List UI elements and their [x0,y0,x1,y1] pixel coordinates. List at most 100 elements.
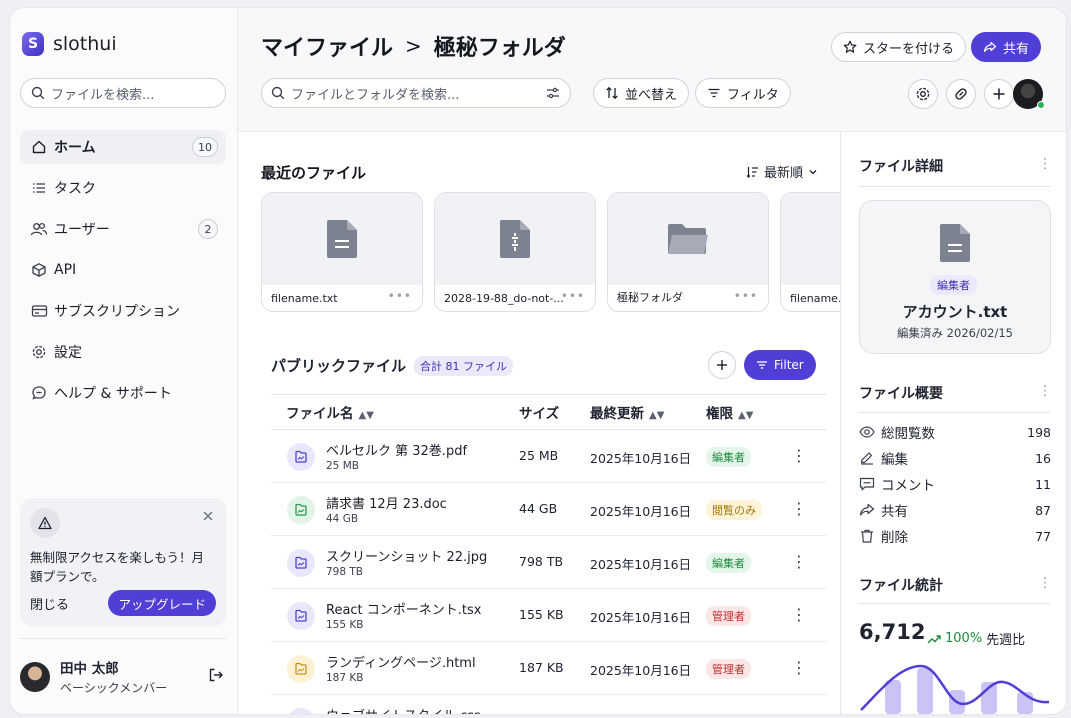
file-name[interactable]: ベルセルク 第 32巻.pdf [326,440,467,459]
more-icon[interactable]: ••• [561,289,585,303]
more-icon[interactable]: ••• [734,289,758,303]
permission-badge: 閲覧のみ [706,500,762,520]
selected-file-card[interactable]: 編集者 アカウント.txt 編集済み 2026/02/15 [859,200,1051,354]
stat-label: 削除 [881,530,908,546]
more-vertical-icon[interactable]: ⋮ [791,446,807,465]
count-badge: 2 [198,219,218,239]
file-size: 155 KB [519,607,564,622]
table-row[interactable]: ランディングページ.html 187 KB 187 KB 2025年10月16日 管理者… [271,642,826,695]
file-type-icon [287,655,315,683]
main-search-input[interactable]: ファイルとフォルダを検索... [261,78,571,108]
upgrade-button[interactable]: アップグレード [108,590,216,616]
more-vertical-icon[interactable]: ⋮ [1038,383,1052,399]
logout-icon[interactable] [208,667,224,687]
file-name[interactable]: ランディングページ.html [326,652,476,671]
stats-total: 6,712 [859,620,926,644]
filter-button[interactable]: フィルタ [695,78,791,108]
user-name: 田中 太郎 [60,661,119,677]
recent-file-card[interactable]: filename.txt ••• [261,192,423,312]
more-vertical-icon[interactable]: ⋮ [791,658,807,677]
stat-shares: 共有 87 [859,500,1051,520]
sidebar-item-label: タスク [54,181,96,197]
upgrade-promo: 無制限アクセスを楽しもう！月額プランで。 閉じる アップグレード [20,498,226,626]
breadcrumb-root[interactable]: マイファイル [261,30,393,62]
search-icon [31,86,45,100]
sliders-icon[interactable] [546,86,560,100]
sidebar-item-subscription[interactable]: サブスクリプション [20,294,226,328]
add-file-button[interactable] [708,351,736,379]
sidebar-item-api[interactable]: API [20,253,226,287]
table-row[interactable]: 請求書 12月 23.doc 44 GB 44 GB 2025年10月16日 閲覧のみ ⋮ [271,483,826,536]
column-label: 権限 [706,406,733,422]
chat-icon [30,384,48,402]
more-vertical-icon[interactable]: ⋮ [1038,575,1052,591]
table-row[interactable]: スクリーンショット 22.jpg 798 TB 798 TB 2025年10月16日編… [271,536,826,589]
recent-sort-dropdown[interactable]: 最新順 [746,162,818,181]
link-button[interactable] [946,79,976,109]
file-updated: 2025年10月16日 [590,610,692,625]
column-label: 最終更新 [590,406,644,422]
chevron-down-icon [809,169,817,174]
folder-icon [608,193,768,285]
recent-folder-card[interactable]: 極秘フォルダ ••• [607,192,769,312]
more-vertical-icon[interactable]: ⋮ [791,711,807,714]
column-header-updated[interactable]: 最終更新 ▲▼ [590,402,664,422]
recent-sort-label: 最新順 [763,166,803,181]
star-button[interactable]: スターを付ける [831,32,967,62]
sidebar-item-help[interactable]: ヘルプ & サポート [20,376,226,410]
file-size: 44 GB [519,501,558,516]
file-subsize: 798 TB [326,566,363,578]
cube-icon [30,261,48,279]
file-name[interactable]: ウェブサイトスタイル.css [326,705,481,714]
eye-icon [859,426,875,438]
more-vertical-icon[interactable]: ⋮ [791,552,807,571]
sidebar-search-input[interactable]: ファイルを検索... [20,78,226,108]
column-header-permission[interactable]: 権限 ▲▼ [706,402,753,422]
column-header-size[interactable]: サイズ [519,402,559,422]
stat-comments: コメント 11 [859,474,1051,494]
table-row[interactable]: React コンポーネント.tsx 155 KB 155 KB 2025年10月16日… [271,589,826,642]
table-row[interactable]: ウェブサイトスタイル.css ⋮ [271,695,826,714]
role-badge: 編集者 [930,275,977,295]
recent-file-card[interactable]: 2028-19-88_do-not-... ••• [434,192,596,312]
settings-button[interactable] [908,79,938,109]
star-label: スターを付ける [863,41,955,57]
more-vertical-icon[interactable]: ⋮ [791,499,807,518]
stat-edits: 編集 16 [859,448,1051,468]
divider [859,186,1051,187]
sidebar-item-settings[interactable]: 設定 [20,335,226,369]
file-name[interactable]: React コンポーネント.tsx [326,599,482,618]
stat-label: 総閲覧数 [881,426,935,442]
share-icon [859,503,875,516]
close-icon[interactable] [202,510,214,526]
recent-file-name: 2028-19-88_do-not-... [444,292,564,305]
more-vertical-icon[interactable]: ⋮ [791,605,807,624]
more-vertical-icon[interactable]: ⋮ [1038,156,1052,172]
sidebar-item-label: ヘルプ & サポート [54,386,172,402]
sidebar-item-tasks[interactable]: タスク [20,171,226,205]
header: マイファイル > 極秘フォルダ スターを付ける 共有 ファイルとフォルダを検索.… [238,8,1066,132]
public-filter-button[interactable]: Filter [744,350,816,380]
stat-value: 16 [1035,450,1051,466]
add-button[interactable] [984,79,1014,109]
sidebar-item-label: 設定 [54,345,82,361]
sort-button[interactable]: 並べ替え [593,78,690,108]
table-row[interactable]: ベルセルク 第 32巻.pdf 25 MB 25 MB 2025年10月16日 編集者 ⋮ [271,430,826,483]
brand[interactable]: S slothui [22,32,117,56]
public-files-title: パブリックファイル 合計 81 ファイル [271,355,514,376]
more-icon[interactable]: ••• [388,289,412,303]
sidebar-item-users[interactable]: ユーザー 2 [20,212,226,246]
promo-dismiss-button[interactable]: 閉じる [30,594,69,613]
share-button[interactable]: 共有 [971,32,1042,62]
sidebar-item-home[interactable]: ホーム 10 [20,130,226,164]
file-details-title: ファイル詳細 [859,159,943,175]
recent-file-card[interactable]: filename.t [780,192,840,312]
file-name[interactable]: スクリーンショット 22.jpg [326,546,487,565]
current-user[interactable]: 田中 太郎 ベーシックメンバー [20,638,226,708]
file-name[interactable]: 請求書 12月 23.doc [326,493,447,512]
gear-icon [916,87,930,101]
user-role: ベーシックメンバー [60,681,168,695]
file-type-icon [287,496,315,524]
table-body: ベルセルク 第 32巻.pdf 25 MB 25 MB 2025年10月16日 編集者 ⋮… [271,430,826,714]
column-header-name[interactable]: ファイル名 ▲▼ [286,402,374,422]
